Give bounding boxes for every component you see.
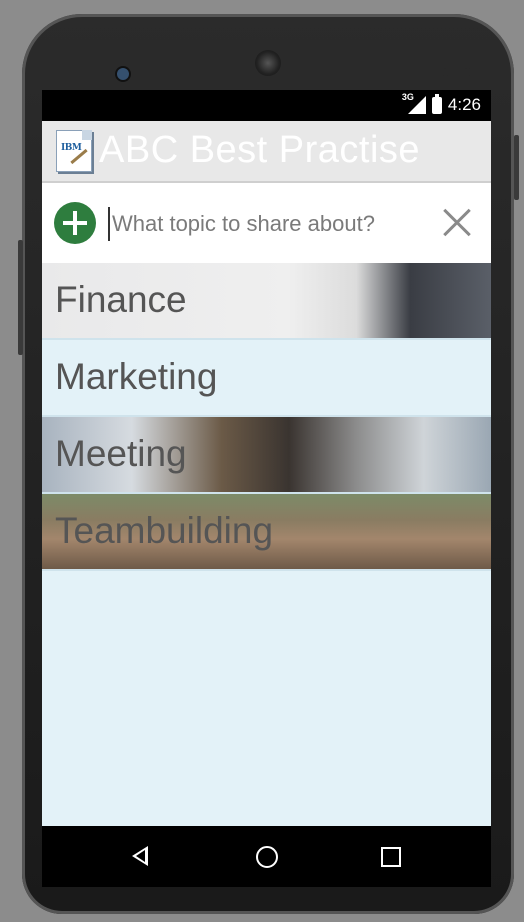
topic-search-bar	[42, 183, 491, 263]
battery-icon	[431, 93, 442, 114]
status-bar: 3G 4:26	[42, 90, 491, 121]
device-screen: 3G 4:26 IBM ABC Best Practise Finance Ma…	[42, 90, 491, 887]
topic-label: Marketing	[55, 356, 218, 397]
status-time: 4:26	[447, 95, 481, 114]
topic-label: Finance	[55, 279, 187, 320]
app-logo-text: IBM	[61, 143, 82, 153]
topic-item-teambuilding[interactable]: Teambuilding	[42, 494, 491, 571]
recent-apps-icon[interactable]	[381, 847, 401, 867]
back-icon[interactable]	[132, 846, 148, 866]
topic-list: Finance Marketing Meeting Teambuilding	[42, 263, 491, 826]
signal-icon: 3G	[402, 92, 426, 114]
topic-label: Meeting	[55, 433, 187, 474]
topic-item-meeting[interactable]: Meeting	[42, 417, 491, 494]
app-bar: IBM ABC Best Practise	[42, 121, 491, 183]
navigation-bar	[42, 826, 491, 887]
front-camera	[117, 68, 129, 80]
clear-icon[interactable]	[442, 208, 472, 238]
topic-label: Teambuilding	[55, 510, 274, 551]
volume-button	[18, 240, 23, 355]
app-title: ABC Best Practise	[99, 129, 421, 171]
topic-item-marketing[interactable]: Marketing	[42, 340, 491, 417]
home-icon[interactable]	[256, 846, 278, 868]
app-logo-icon: IBM	[56, 130, 92, 172]
topic-input[interactable]	[108, 207, 434, 241]
topic-item-finance[interactable]: Finance	[42, 263, 491, 340]
power-button	[514, 135, 519, 200]
speaker-grille	[255, 50, 281, 76]
proximity-sensor	[442, 68, 450, 76]
add-topic-button[interactable]	[54, 202, 96, 244]
light-sensor	[464, 68, 472, 76]
